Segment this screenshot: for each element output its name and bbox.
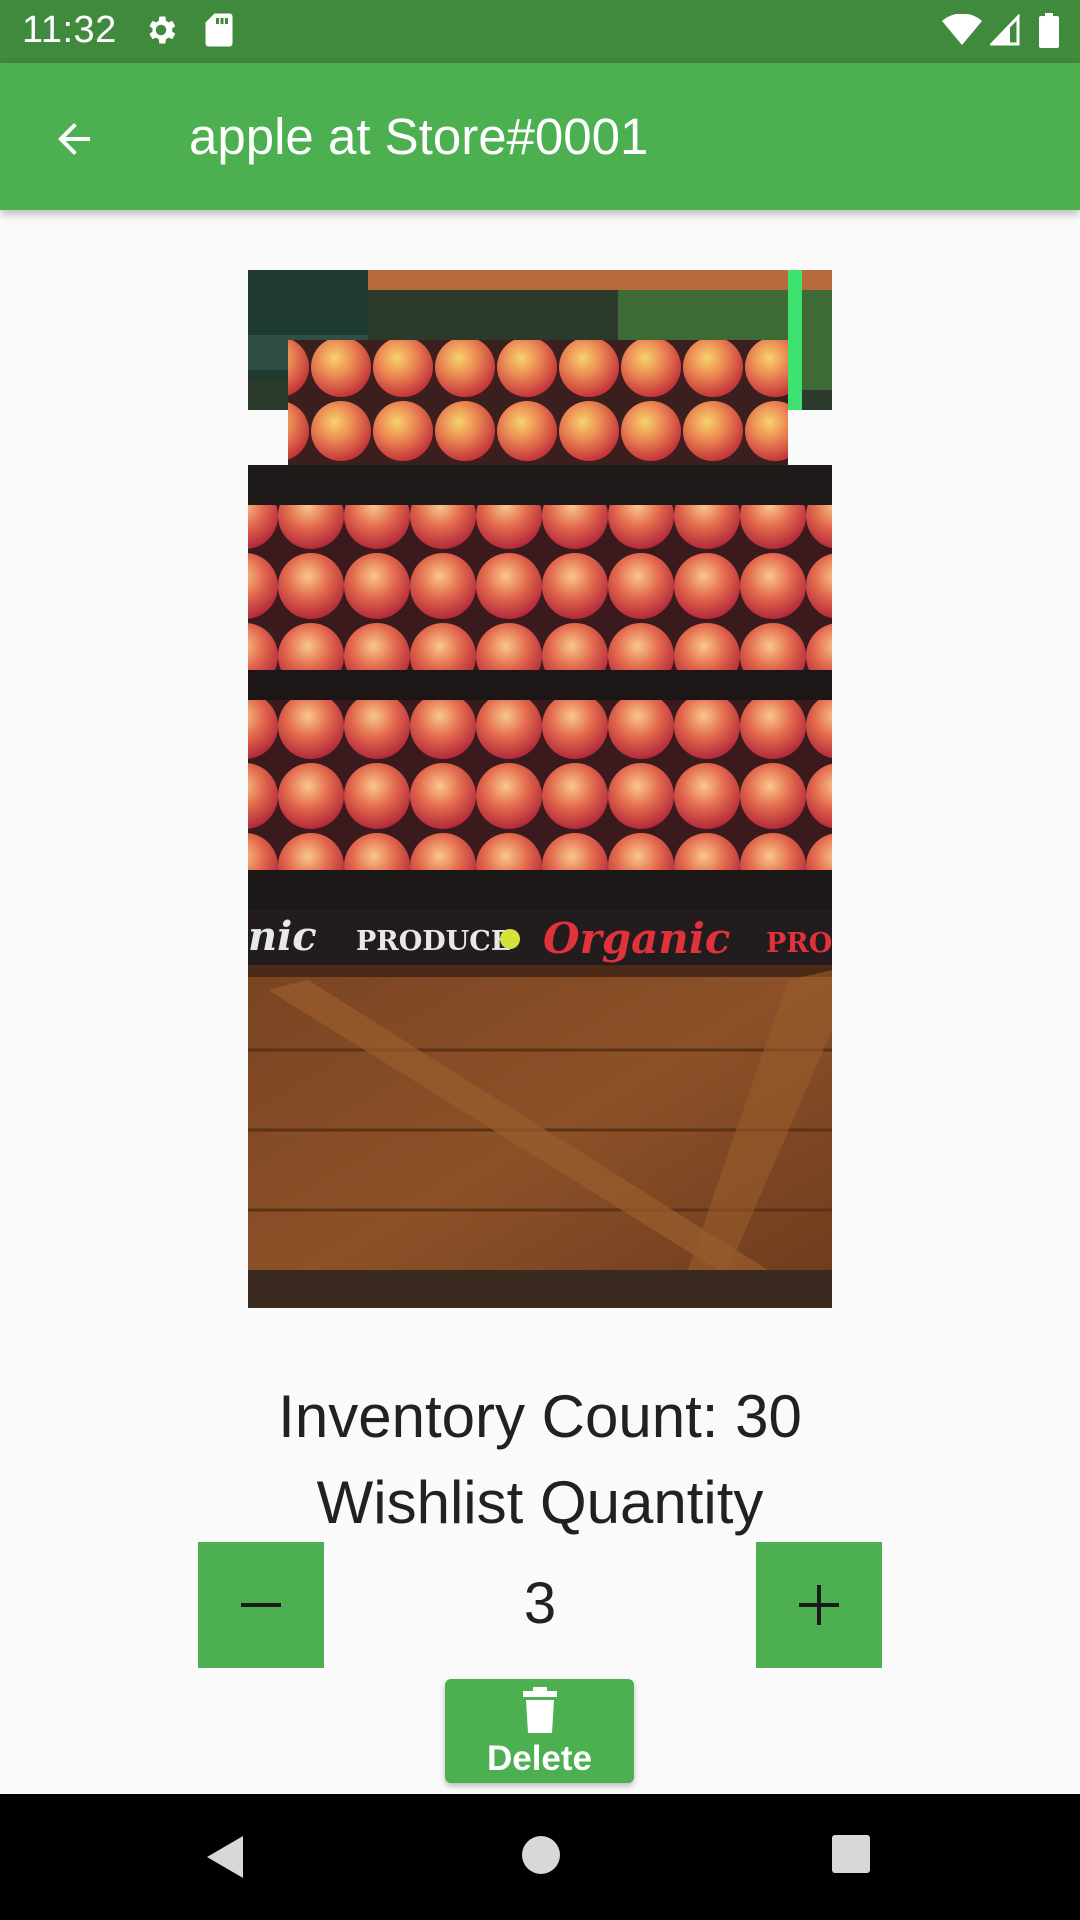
status-time: 11:32: [22, 9, 117, 51]
decrement-button[interactable]: [198, 1542, 324, 1668]
sign-text-left: nic: [248, 913, 317, 960]
recents-square-icon[interactable]: [831, 1834, 871, 1874]
wishlist-quantity-label: Wishlist Quantity: [316, 1469, 764, 1536]
product-image: nic PRODUCE Organic PRO: [248, 270, 832, 1308]
arrow-back-icon: [58, 123, 90, 155]
back-triangle-icon[interactable]: [205, 1834, 245, 1880]
sd-card-icon: [205, 13, 233, 47]
delete-button[interactable]: Delete: [445, 1679, 634, 1783]
navigation-bar: [0, 1794, 1080, 1920]
battery-icon: [1039, 13, 1059, 48]
app-bar: apple at Store#0001: [0, 63, 1080, 210]
increment-button[interactable]: [756, 1542, 882, 1668]
minus-icon: [241, 1603, 281, 1607]
home-circle-icon[interactable]: [520, 1834, 562, 1876]
gear-icon: [149, 16, 176, 44]
wishlist-quantity-value: 3: [523, 1571, 557, 1636]
back-button[interactable]: [34, 99, 114, 179]
sign-text-mid: PRODUCE: [356, 926, 511, 957]
wifi-icon: [942, 14, 982, 45]
plus-icon: [799, 1585, 839, 1625]
trash-icon: [523, 1687, 557, 1733]
sign-text-cut: PRO: [766, 928, 832, 959]
inventory-count: Inventory Count: 30: [278, 1383, 802, 1450]
status-bar: 11:32: [0, 0, 1080, 63]
signal-icon: [990, 14, 1020, 46]
page-title: apple at Store#0001: [189, 108, 649, 165]
sign-text-right: Organic: [543, 914, 730, 963]
delete-label: Delete: [486, 1739, 593, 1778]
